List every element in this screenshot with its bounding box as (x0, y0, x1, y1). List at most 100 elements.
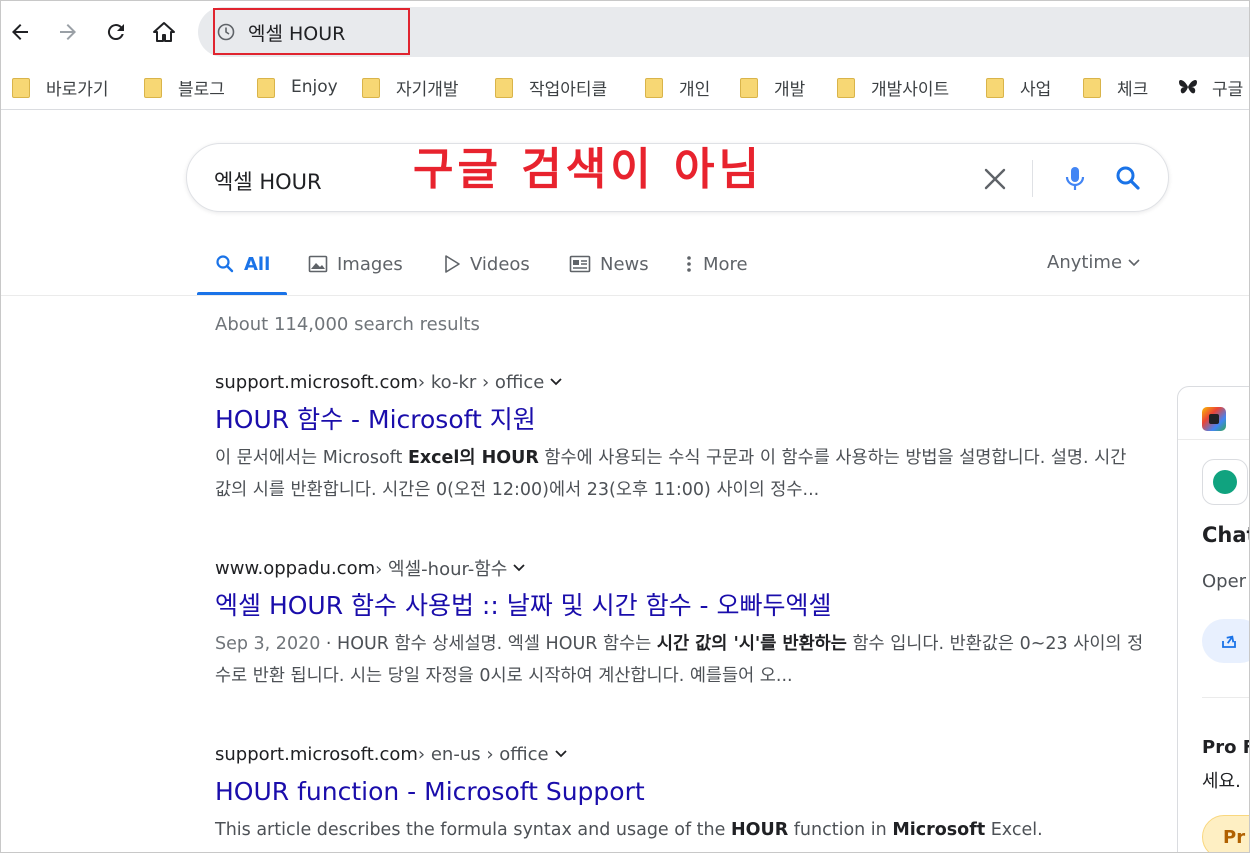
folder-icon (362, 78, 380, 98)
bookmark-label: 블로그 (178, 79, 225, 100)
search-result: support.microsoft.com › en-us › office H… (215, 742, 1145, 846)
folder-icon (986, 78, 1004, 98)
result-path: › ko-kr › office (417, 371, 545, 393)
bookmark-label: 작업아티클 (529, 79, 608, 100)
folder-icon (12, 78, 30, 98)
bookmark-label: 자기개발 (396, 79, 459, 100)
result-snippet: 이 문서에서는 Microsoft Excel의 HOUR 함수에 사용되는 수… (215, 448, 1127, 500)
bookmark-folder[interactable]: 개발 (740, 74, 805, 100)
close-icon[interactable] (981, 165, 1009, 193)
bookmark-label: 체크 (1117, 79, 1149, 100)
result-domain: support.microsoft.com (215, 743, 418, 765)
tab-news[interactable]: News (569, 250, 649, 278)
bookmark-link[interactable]: 구글 (1178, 74, 1243, 100)
chevron-down-icon[interactable] (550, 378, 562, 386)
image-icon (308, 255, 328, 273)
folder-icon (645, 78, 663, 98)
result-title-link[interactable]: HOUR function - Microsoft Support (215, 776, 1145, 808)
search-icon (216, 255, 234, 273)
side-panel: Chat Oper Pro F 세요. Pr (1177, 386, 1250, 853)
bookmark-label: 개발사이트 (871, 79, 950, 100)
folder-icon (1083, 78, 1101, 98)
tab-label: More (703, 253, 748, 275)
pro-subtitle: 세요. (1202, 771, 1241, 792)
play-icon (445, 255, 460, 273)
share-icon (1222, 635, 1236, 648)
arrow-right-icon (60, 24, 76, 40)
more-vertical-icon (687, 256, 691, 272)
bookmark-folder[interactable]: 개발사이트 (837, 74, 949, 100)
bookmark-folder[interactable]: 바로가기 (12, 74, 109, 100)
reload-icon (107, 24, 124, 41)
chat-app-icon[interactable] (1202, 459, 1248, 505)
home-icon (153, 22, 175, 42)
butterfly-icon (1179, 79, 1197, 94)
search-result: support.microsoft.com › ko-kr › office H… (215, 370, 1145, 506)
bookmark-folder[interactable]: Enjoy (257, 74, 338, 100)
result-url[interactable]: www.oppadu.com › 엑셀-hour-함수 (215, 556, 1145, 580)
divider (1202, 697, 1250, 698)
tab-all[interactable]: All (215, 250, 270, 278)
back-button[interactable] (2, 14, 38, 50)
tab-more[interactable]: More (685, 250, 748, 278)
chevron-down-icon[interactable] (513, 564, 526, 572)
time-filter-label: Anytime (1047, 252, 1123, 273)
result-domain: www.oppadu.com (215, 557, 376, 579)
chevron-down-icon[interactable] (555, 750, 567, 758)
bookmark-folder[interactable]: 개인 (645, 74, 710, 100)
pro-button[interactable]: Pr (1202, 815, 1250, 853)
result-path: › 엑셀-hour-함수 (375, 559, 508, 580)
annotation-text: 구글 검색이 아님 (413, 144, 763, 195)
home-button[interactable] (146, 14, 182, 50)
folder-icon (144, 78, 162, 98)
bookmark-label: Enjoy (291, 77, 338, 97)
tab-images[interactable]: Images (308, 250, 403, 278)
bookmark-folder[interactable]: 사업 (986, 74, 1051, 100)
panel-subtitle: Oper (1202, 571, 1247, 592)
bookmark-label: 사업 (1020, 79, 1052, 100)
bookmark-folder[interactable]: 체크 (1083, 74, 1148, 100)
openai-icon (1213, 470, 1237, 494)
divider (1032, 160, 1033, 197)
bookmarks-bar: 바로가기 블로그 Enjoy 자기개발 작업아티클 개인 개발 개발사이트 사업… (0, 64, 1250, 110)
result-path: › en-us › office (417, 743, 549, 765)
share-button[interactable] (1202, 619, 1250, 663)
tab-label: Images (337, 253, 403, 275)
panel-title: Chat (1202, 523, 1250, 547)
news-icon (569, 255, 591, 273)
result-url[interactable]: support.microsoft.com › en-us › office (215, 742, 1145, 766)
result-url[interactable]: support.microsoft.com › ko-kr › office (215, 370, 1145, 394)
result-date: Sep 3, 2020 (215, 634, 321, 654)
tab-label: News (600, 253, 649, 275)
result-title-link[interactable]: HOUR 함수 - Microsoft 지원 (215, 404, 1145, 436)
bookmark-folder[interactable]: 블로그 (144, 74, 225, 100)
folder-icon (837, 78, 855, 98)
bookmark-folder[interactable]: 작업아티클 (495, 74, 607, 100)
search-input[interactable]: 엑셀 HOUR (214, 166, 322, 196)
search-result: www.oppadu.com › 엑셀-hour-함수 엑셀 HOUR 함수 사… (215, 556, 1145, 692)
arrow-left-icon (12, 24, 28, 40)
bookmark-label: 개발 (774, 79, 806, 100)
folder-icon (257, 78, 275, 98)
result-stats: About 114,000 search results (215, 314, 480, 335)
bookmark-label: 바로가기 (46, 79, 109, 100)
folder-icon (740, 78, 758, 98)
search-icon[interactable] (1114, 164, 1142, 192)
pro-title: Pro F (1202, 737, 1250, 758)
active-tab-indicator (197, 292, 287, 295)
result-snippet: Sep 3, 2020 · HOUR 함수 상세설명. 엑셀 HOUR 함수는 … (215, 634, 1144, 686)
bookmark-label: 구글 (1212, 79, 1244, 100)
chevron-down-icon (1128, 258, 1140, 266)
highlight-box (213, 8, 410, 55)
result-snippet: This article describes the formula synta… (215, 820, 1043, 840)
folder-icon (495, 78, 513, 98)
bookmark-folder[interactable]: 자기개발 (362, 74, 459, 100)
forward-button[interactable] (50, 14, 86, 50)
result-title-link[interactable]: 엑셀 HOUR 함수 사용법 :: 날짜 및 시간 함수 - 오빠두엑셀 (215, 590, 1145, 622)
time-filter-dropdown[interactable]: Anytime (1047, 252, 1140, 273)
tab-videos[interactable]: Videos (443, 250, 530, 278)
tab-label: All (244, 253, 271, 275)
browser-toolbar: 엑셀 HOUR (0, 0, 1250, 64)
reload-button[interactable] (98, 14, 134, 50)
microphone-icon[interactable] (1062, 164, 1088, 194)
